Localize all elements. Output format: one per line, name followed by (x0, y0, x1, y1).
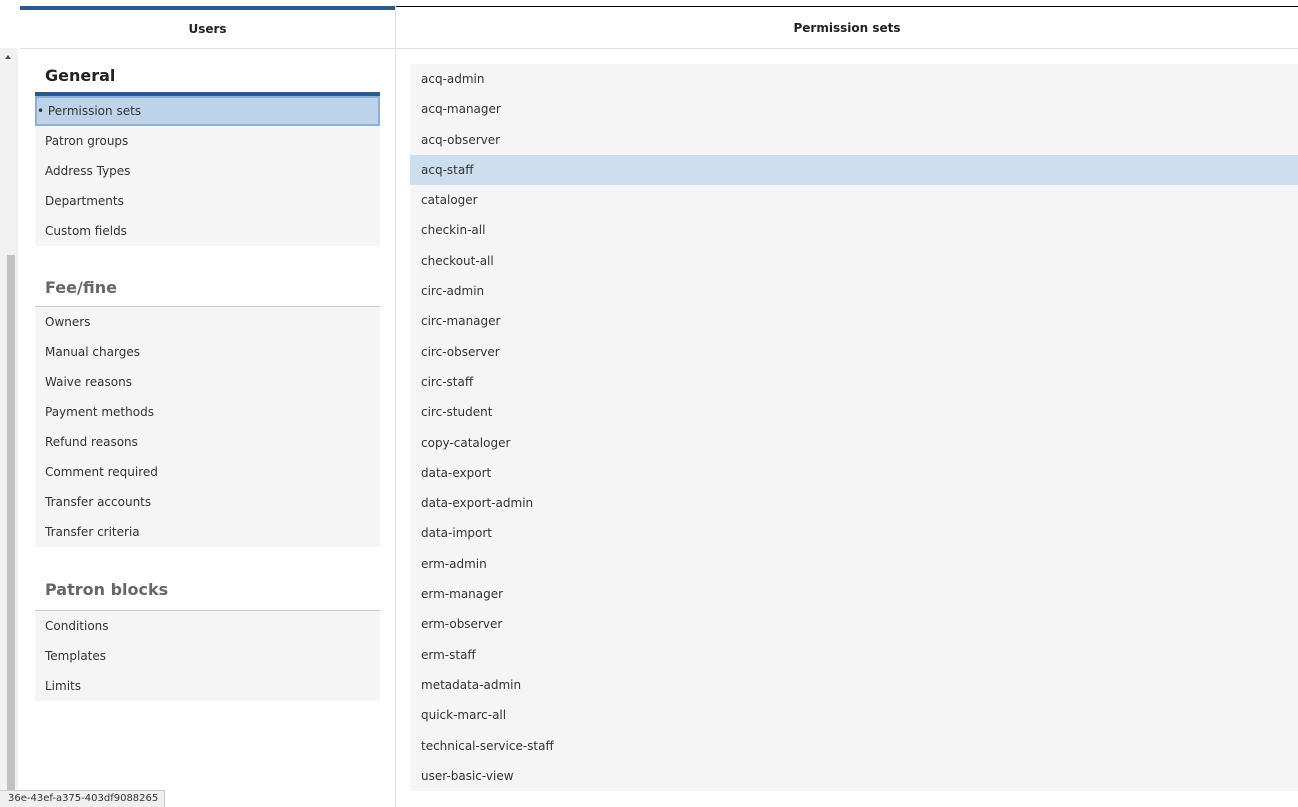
nav-item-payment-methods[interactable]: Payment methods (35, 397, 380, 427)
status-bar-url: 36e-43ef-a375-403df9088265 (0, 790, 166, 807)
permission-set-item[interactable]: circ-manager (410, 306, 1298, 336)
nav-item-conditions[interactable]: Conditions (35, 611, 380, 641)
permission-set-item[interactable]: user-basic-view (410, 761, 1298, 791)
permission-set-item[interactable]: cataloger (410, 185, 1298, 215)
permission-set-item[interactable]: technical-service-staff (410, 731, 1298, 761)
general-nav-list: Permission sets Patron groups Address Ty… (35, 92, 380, 246)
permission-set-item[interactable]: erm-manager (410, 579, 1298, 609)
nav-item-patron-groups[interactable]: Patron groups (35, 126, 380, 156)
nav-item-custom-fields[interactable]: Custom fields (35, 216, 380, 246)
pane-title-permission-sets: Permission sets (396, 6, 1298, 49)
settings-app: Users General Permission sets Patron gro… (0, 0, 1298, 807)
scroll-up-arrow-icon[interactable] (5, 55, 11, 59)
permission-set-item[interactable]: metadata-admin (410, 670, 1298, 700)
section-title-general: General (45, 66, 116, 85)
permission-set-item[interactable]: acq-staff (410, 154, 1298, 186)
permission-set-item[interactable]: data-import (410, 518, 1298, 548)
permission-set-item[interactable]: copy-cataloger (410, 428, 1298, 458)
nav-item-refund-reasons[interactable]: Refund reasons (35, 427, 380, 457)
permission-set-item[interactable]: erm-staff (410, 640, 1298, 670)
permission-set-item[interactable]: quick-marc-all (410, 700, 1298, 730)
permission-set-item[interactable]: data-export (410, 458, 1298, 488)
permission-set-item[interactable]: circ-observer (410, 337, 1298, 367)
permission-set-item[interactable]: data-export-admin (410, 488, 1298, 518)
permission-set-item[interactable]: acq-observer (410, 125, 1298, 155)
permission-set-item[interactable]: checkin-all (410, 215, 1298, 245)
section-title-feefine: Fee/fine (45, 278, 117, 297)
patron-blocks-nav-list: Conditions Templates Limits (35, 610, 380, 701)
nav-item-transfer-accounts[interactable]: Transfer accounts (35, 487, 380, 517)
nav-item-departments[interactable]: Departments (35, 186, 380, 216)
permission-set-item[interactable]: circ-staff (410, 367, 1298, 397)
nav-item-comment-required[interactable]: Comment required (35, 457, 380, 487)
permission-sets-pane: Permission sets acq-admin acq-manager acq-… (396, 6, 1298, 807)
permission-set-item[interactable]: circ-admin (410, 276, 1298, 306)
section-feefine: Fee/fine Owners Manual charges Waive rea… (35, 276, 380, 547)
nav-item-templates[interactable]: Templates (35, 641, 380, 671)
section-title-patron-blocks: Patron blocks (45, 580, 169, 599)
users-settings-pane: Users General Permission sets Patron gro… (20, 6, 396, 807)
nav-item-manual-charges[interactable]: Manual charges (35, 337, 380, 367)
feefine-nav-list: Owners Manual charges Waive reasons Paym… (35, 306, 380, 547)
nav-item-transfer-criteria[interactable]: Transfer criteria (35, 517, 380, 547)
section-general: General Permission sets Patron groups Ad… (35, 64, 380, 246)
permission-set-item[interactable]: checkout-all (410, 246, 1298, 276)
scrollbar-thumb[interactable] (7, 255, 15, 807)
left-scrollbar[interactable] (0, 48, 18, 807)
pane-title-users: Users (20, 6, 395, 49)
nav-item-owners[interactable]: Owners (35, 307, 380, 337)
nav-item-address-types[interactable]: Address Types (35, 156, 380, 186)
permission-set-item[interactable]: erm-observer (410, 609, 1298, 639)
permission-set-item[interactable]: circ-student (410, 397, 1298, 427)
nav-item-limits[interactable]: Limits (35, 671, 380, 701)
section-patron-blocks: Patron blocks Conditions Templates Limit… (35, 578, 380, 701)
permission-set-item[interactable]: acq-admin (410, 64, 1298, 94)
permission-set-item[interactable]: erm-admin (410, 549, 1298, 579)
permission-sets-list: acq-admin acq-manager acq-observer acq-staf… (410, 64, 1298, 792)
permission-set-item[interactable]: acq-manager (410, 94, 1298, 124)
nav-item-permission-sets[interactable]: Permission sets (35, 96, 380, 126)
nav-item-waive-reasons[interactable]: Waive reasons (35, 367, 380, 397)
